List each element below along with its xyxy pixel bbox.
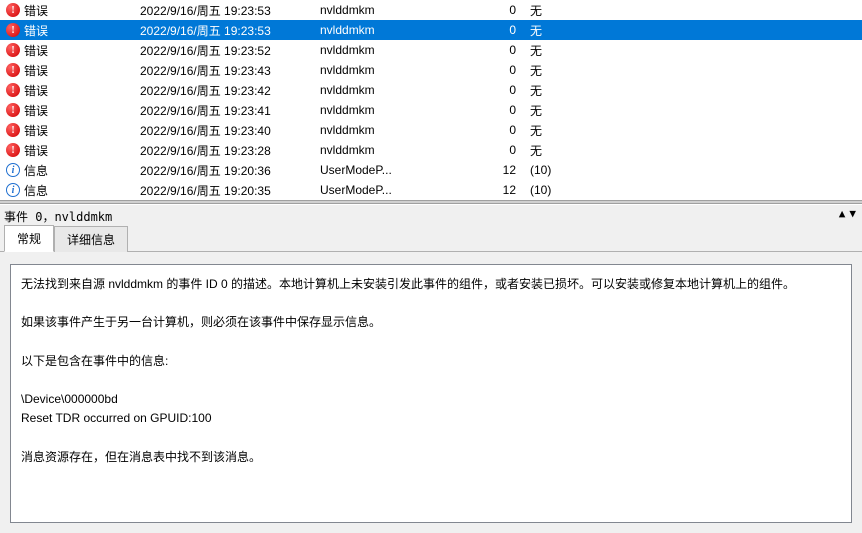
cell-source: nvlddmkm [320, 43, 492, 57]
detail-line-2: 如果该事件产生于另一台计算机，则必须在该事件中保存显示信息。 [21, 315, 381, 329]
cell-date: 2022/9/16/周五 19:23:52 [140, 42, 320, 59]
cell-date: 2022/9/16/周五 19:20:35 [140, 182, 320, 199]
cell-date: 2022/9/16/周五 19:23:42 [140, 82, 320, 99]
details-pane: 事件 0，nvlddmkm ▲ ▼ 常规 详细信息 无法找到来自源 nvlddm… [0, 204, 862, 533]
nav-up-icon[interactable]: ▲ [839, 207, 846, 220]
event-list[interactable]: !错误2022/9/16/周五 19:23:53nvlddmkm0无!错误202… [0, 0, 862, 200]
cell-level: 错误 [22, 62, 140, 79]
cell-level: 错误 [22, 82, 140, 99]
cell-level: 错误 [22, 142, 140, 159]
error-icon: ! [4, 123, 22, 137]
cell-task: 无 [516, 42, 542, 59]
error-icon: ! [4, 63, 22, 77]
cell-id: 12 [492, 163, 516, 177]
error-icon: ! [4, 43, 22, 57]
cell-task: 无 [516, 142, 542, 159]
event-row[interactable]: !错误2022/9/16/周五 19:23:28nvlddmkm0无 [0, 140, 862, 160]
cell-id: 12 [492, 183, 516, 197]
event-row[interactable]: !错误2022/9/16/周五 19:23:42nvlddmkm0无 [0, 80, 862, 100]
info-icon: i [4, 163, 22, 177]
detail-line-4: \Device\000000bd [21, 392, 118, 406]
cell-level: 信息 [22, 162, 140, 179]
cell-id: 0 [492, 43, 516, 57]
cell-source: nvlddmkm [320, 143, 492, 157]
cell-task: 无 [516, 62, 542, 79]
cell-source: nvlddmkm [320, 103, 492, 117]
cell-source: nvlddmkm [320, 83, 492, 97]
cell-id: 0 [492, 83, 516, 97]
detail-line-5: Reset TDR occurred on GPUID:100 [21, 411, 212, 425]
tab-bar: 常规 详细信息 [0, 227, 862, 251]
cell-id: 0 [492, 103, 516, 117]
detail-line-1: 无法找到来自源 nvlddmkm 的事件 ID 0 的描述。本地计算机上未安装引… [21, 277, 795, 291]
cell-level: 错误 [22, 42, 140, 59]
cell-source: nvlddmkm [320, 123, 492, 137]
cell-task: 无 [516, 102, 542, 119]
cell-source: UserModeP... [320, 163, 492, 177]
event-row[interactable]: !错误2022/9/16/周五 19:23:43nvlddmkm0无 [0, 60, 862, 80]
info-icon: i [4, 183, 22, 197]
cell-date: 2022/9/16/周五 19:23:43 [140, 62, 320, 79]
event-row[interactable]: !错误2022/9/16/周五 19:23:53nvlddmkm0无 [0, 0, 862, 20]
error-icon: ! [4, 23, 22, 37]
detail-content-wrap: 无法找到来自源 nvlddmkm 的事件 ID 0 的描述。本地计算机上未安装引… [0, 251, 862, 533]
cell-date: 2022/9/16/周五 19:23:28 [140, 142, 320, 159]
cell-task: 无 [516, 122, 542, 139]
cell-id: 0 [492, 63, 516, 77]
event-row[interactable]: !错误2022/9/16/周五 19:23:40nvlddmkm0无 [0, 120, 862, 140]
cell-task: 无 [516, 82, 542, 99]
event-row[interactable]: !错误2022/9/16/周五 19:23:41nvlddmkm0无 [0, 100, 862, 120]
tab-general[interactable]: 常规 [4, 225, 54, 252]
cell-level: 信息 [22, 182, 140, 199]
detail-line-6: 消息资源存在，但在消息表中找不到该消息。 [21, 450, 261, 464]
cell-source: nvlddmkm [320, 63, 492, 77]
event-row[interactable]: !错误2022/9/16/周五 19:23:52nvlddmkm0无 [0, 40, 862, 60]
details-title: 事件 0，nvlddmkm [4, 208, 112, 225]
detail-content: 无法找到来自源 nvlddmkm 的事件 ID 0 的描述。本地计算机上未安装引… [10, 264, 852, 523]
detail-line-3: 以下是包含在事件中的信息: [21, 354, 168, 368]
error-icon: ! [4, 83, 22, 97]
cell-id: 0 [492, 3, 516, 17]
cell-date: 2022/9/16/周五 19:23:41 [140, 102, 320, 119]
event-row[interactable]: i信息2022/9/16/周五 19:20:36UserModeP...12(1… [0, 160, 862, 180]
cell-id: 0 [492, 143, 516, 157]
cell-level: 错误 [22, 122, 140, 139]
event-row[interactable]: !错误2022/9/16/周五 19:23:53nvlddmkm0无 [0, 20, 862, 40]
cell-level: 错误 [22, 2, 140, 19]
cell-task: (10) [516, 163, 551, 177]
cell-source: UserModeP... [320, 183, 492, 197]
cell-task: 无 [516, 22, 542, 39]
tab-details[interactable]: 详细信息 [54, 226, 128, 252]
cell-task: 无 [516, 2, 542, 19]
cell-date: 2022/9/16/周五 19:23:53 [140, 2, 320, 19]
cell-date: 2022/9/16/周五 19:23:53 [140, 22, 320, 39]
cell-date: 2022/9/16/周五 19:23:40 [140, 122, 320, 139]
error-icon: ! [4, 103, 22, 117]
nav-down-icon[interactable]: ▼ [849, 207, 856, 220]
cell-source: nvlddmkm [320, 3, 492, 17]
cell-source: nvlddmkm [320, 23, 492, 37]
cell-level: 错误 [22, 102, 140, 119]
cell-task: (10) [516, 183, 551, 197]
nav-icons: ▲ ▼ [839, 207, 856, 220]
details-header: 事件 0，nvlddmkm ▲ ▼ [0, 205, 862, 227]
cell-date: 2022/9/16/周五 19:20:36 [140, 162, 320, 179]
cell-level: 错误 [22, 22, 140, 39]
error-icon: ! [4, 3, 22, 17]
event-row[interactable]: i信息2022/9/16/周五 19:20:35UserModeP...12(1… [0, 180, 862, 200]
cell-id: 0 [492, 23, 516, 37]
error-icon: ! [4, 143, 22, 157]
cell-id: 0 [492, 123, 516, 137]
